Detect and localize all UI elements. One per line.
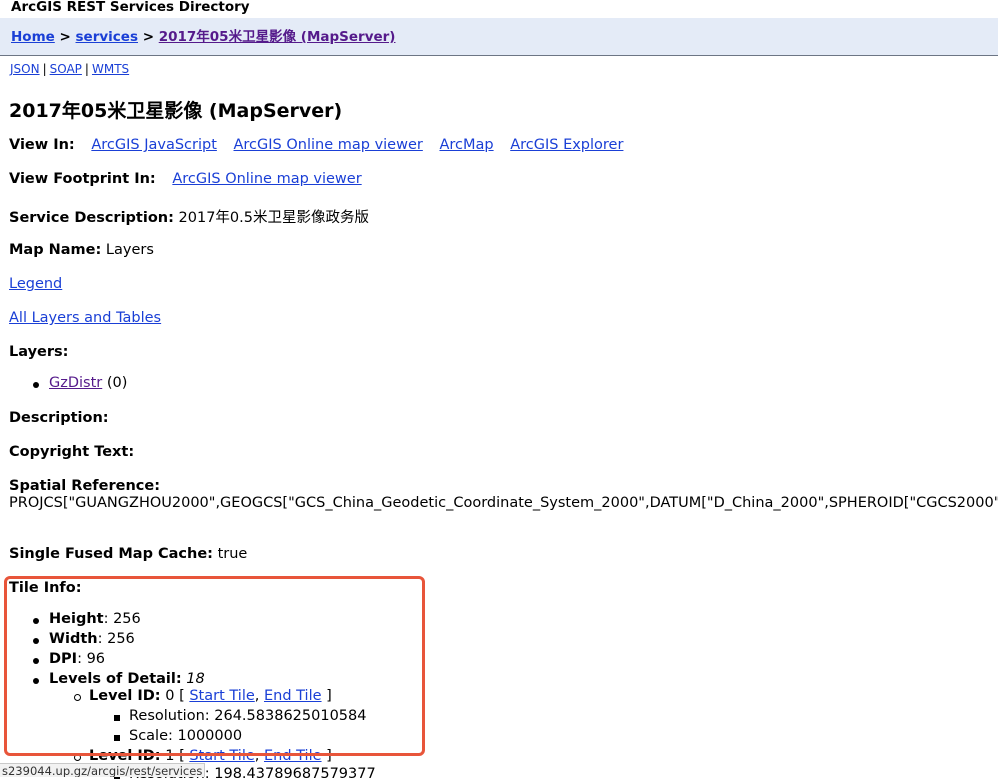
tile-info-label: Tile Info: bbox=[9, 580, 82, 596]
start-tile-link[interactable]: Start Tile bbox=[189, 688, 254, 704]
view-in-arcgis-javascript-link[interactable]: ArcGIS JavaScript bbox=[91, 137, 217, 153]
levels-of-detail-label: Levels of Detail: bbox=[49, 671, 182, 687]
map-name-value: Layers bbox=[105, 242, 154, 258]
status-bar-url: s239044.up.gz/arcgis/rest/services bbox=[0, 763, 205, 777]
map-name-label: Map Name: bbox=[9, 242, 102, 258]
page-title: 2017年05米卫星影像 (MapServer) bbox=[9, 100, 343, 122]
level-item: Level ID: 1 [ Start Tile, End Tile ] bbox=[74, 748, 332, 764]
bracket-close: ] bbox=[326, 688, 332, 704]
breadcrumb-separator: > bbox=[142, 29, 155, 45]
level-id-value: 0 bbox=[165, 688, 175, 704]
app-title: ArcGIS REST Services Directory bbox=[11, 0, 250, 15]
format-separator: | bbox=[84, 62, 89, 76]
service-description-label: Service Description: bbox=[9, 210, 174, 226]
legend-link[interactable]: Legend bbox=[9, 276, 62, 292]
format-separator: | bbox=[42, 62, 47, 76]
tile-width-label: Width bbox=[49, 631, 98, 647]
map-name-row: Map Name: Layers bbox=[9, 242, 154, 258]
view-in-arcgis-online-link[interactable]: ArcGIS Online map viewer bbox=[234, 137, 423, 153]
level-item: Level ID: 0 [ Start Tile, End Tile ] bbox=[74, 688, 332, 704]
bracket-open: [ bbox=[179, 688, 185, 704]
view-footprint-row: View Footprint In: ArcGIS Online map vie… bbox=[9, 171, 362, 187]
view-in-label: View In: bbox=[9, 137, 75, 153]
breadcrumb: Home > services > 2017年05米卫星影像 (MapServe… bbox=[11, 25, 395, 45]
json-link[interactable]: JSON bbox=[10, 62, 40, 76]
start-tile-link[interactable]: Start Tile bbox=[189, 748, 254, 764]
breadcrumb-bar: Home > services > 2017年05米卫星影像 (MapServe… bbox=[0, 18, 998, 56]
description-label: Description: bbox=[9, 410, 109, 426]
view-in-row: View In: ArcGIS JavaScript ArcGIS Online… bbox=[9, 137, 623, 153]
level-resolution: Resolution: 264.5838625010584 bbox=[113, 708, 367, 724]
tile-dpi-value: 96 bbox=[86, 651, 106, 667]
service-description-row: Service Description: 2017年0.5米卫星影像政务版 bbox=[9, 206, 369, 227]
view-footprint-arcgis-online-link[interactable]: ArcGIS Online map viewer bbox=[172, 171, 361, 187]
breadcrumb-separator: > bbox=[59, 29, 71, 45]
layer-item: GzDistr (0) bbox=[32, 375, 128, 391]
level-scale: Scale: 1000000 bbox=[113, 728, 243, 744]
tile-dpi-item: DPI: 96 bbox=[32, 651, 106, 667]
tile-height-label: Height bbox=[49, 611, 104, 627]
soap-link[interactable]: SOAP bbox=[50, 62, 82, 76]
wmts-link[interactable]: WMTS bbox=[92, 62, 129, 76]
levels-of-detail-count: 18 bbox=[186, 671, 205, 687]
bracket-close: ] bbox=[326, 748, 332, 764]
copyright-label: Copyright Text: bbox=[9, 444, 135, 460]
level-id-value: 1 bbox=[165, 748, 175, 764]
end-tile-link[interactable]: End Tile bbox=[264, 748, 322, 764]
spatial-reference-label: Spatial Reference: bbox=[9, 478, 160, 494]
single-fused-value: true bbox=[217, 546, 248, 562]
breadcrumb-current-link[interactable]: 2017年05米卫星影像 (MapServer) bbox=[159, 29, 396, 45]
layer-gzdistr-link[interactable]: GzDistr bbox=[49, 375, 102, 391]
single-fused-label: Single Fused Map Cache: bbox=[9, 546, 213, 562]
breadcrumb-home-link[interactable]: Home bbox=[11, 29, 55, 45]
bracket-open: [ bbox=[179, 748, 185, 764]
tile-height-value: 256 bbox=[113, 611, 141, 627]
level-id-label: Level ID: bbox=[89, 688, 161, 704]
tile-dpi-label: DPI bbox=[49, 651, 78, 667]
comma: , bbox=[254, 688, 260, 704]
format-links: JSON | SOAP | WMTS bbox=[10, 62, 129, 76]
tile-width-item: Width: 256 bbox=[33, 631, 135, 647]
single-fused-row: Single Fused Map Cache: true bbox=[9, 546, 247, 562]
level-id-label: Level ID: bbox=[89, 748, 161, 764]
tile-height-item: Height: 256 bbox=[33, 611, 141, 627]
layers-label: Layers: bbox=[9, 344, 69, 360]
breadcrumb-services-link[interactable]: services bbox=[76, 29, 138, 45]
layer-id: (0) bbox=[106, 375, 128, 391]
service-description-value: 2017年0.5米卫星影像政务版 bbox=[178, 210, 369, 226]
view-in-arcgis-explorer-link[interactable]: ArcGIS Explorer bbox=[510, 137, 623, 153]
end-tile-link[interactable]: End Tile bbox=[264, 688, 322, 704]
levels-of-detail-item: Levels of Detail: 18 bbox=[33, 671, 205, 687]
tile-width-value: 256 bbox=[107, 631, 135, 647]
spatial-reference-value: PROJCS["GUANGZHOU2000",GEOGCS["GCS_China… bbox=[9, 495, 998, 511]
view-in-arcmap-link[interactable]: ArcMap bbox=[439, 137, 493, 153]
all-layers-link[interactable]: All Layers and Tables bbox=[9, 310, 161, 326]
comma: , bbox=[254, 748, 260, 764]
view-footprint-label: View Footprint In: bbox=[9, 171, 156, 187]
